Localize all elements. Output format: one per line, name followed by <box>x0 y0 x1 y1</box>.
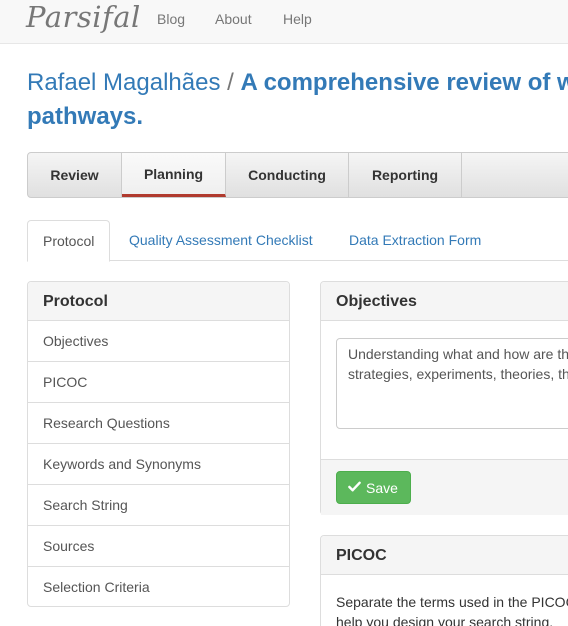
sidebar-item-picoc[interactable]: PICOC <box>28 362 289 403</box>
objectives-footer: Save <box>321 459 568 515</box>
brand-logo[interactable]: Parsifal <box>26 0 141 34</box>
review-title-link[interactable]: A comprehensive review of we <box>240 69 568 96</box>
nav-link-blog[interactable]: Blog <box>157 11 185 27</box>
nav-link-about[interactable]: About <box>215 11 252 27</box>
sidebar-item-sources[interactable]: Sources <box>28 526 289 567</box>
subtab-protocol[interactable]: Protocol <box>27 220 111 262</box>
main-tabs: Review Planning Conducting Reporting <box>27 152 568 198</box>
author-link[interactable]: Rafael Magalhães <box>27 69 220 96</box>
tab-planning[interactable]: Planning <box>122 153 226 197</box>
sidebar-item-search-string[interactable]: Search String <box>28 485 289 526</box>
subtab-quality-assessment-checklist[interactable]: Quality Assessment Checklist <box>114 220 328 261</box>
picoc-text-line-1: Separate the terms used in the PICOC <box>336 594 568 610</box>
top-navbar: Parsifal Blog About Help <box>0 0 568 44</box>
objectives-panel: Objectives Understanding what and how ar… <box>320 281 568 515</box>
tab-reporting[interactable]: Reporting <box>349 153 462 197</box>
check-icon <box>348 480 361 496</box>
objectives-text-line-1: Understanding what and how are th <box>348 346 568 362</box>
title-separator: / <box>227 69 234 96</box>
tab-conducting[interactable]: Conducting <box>226 153 349 197</box>
tab-review[interactable]: Review <box>28 153 122 197</box>
objectives-textarea[interactable]: Understanding what and how are th strate… <box>336 338 568 429</box>
objectives-heading: Objectives <box>321 282 568 321</box>
sidebar-item-objectives[interactable]: Objectives <box>28 321 289 362</box>
page-title: Rafael Magalhães / A comprehensive revie… <box>27 66 568 100</box>
review-title-continued[interactable]: pathways. <box>27 100 143 134</box>
save-button-label: Save <box>366 479 398 496</box>
picoc-text-line-2: help you design your search string. <box>336 614 554 626</box>
nav-link-help[interactable]: Help <box>283 11 312 27</box>
planning-subtabs: Protocol Quality Assessment Checklist Da… <box>27 220 568 262</box>
sidebar-item-research-questions[interactable]: Research Questions <box>28 403 289 444</box>
picoc-heading: PICOC <box>321 536 568 575</box>
sidebar-heading: Protocol <box>28 282 289 321</box>
sidebar-item-selection-criteria[interactable]: Selection Criteria <box>28 567 289 608</box>
picoc-description: Separate the terms used in the PICOC hel… <box>336 592 568 626</box>
objectives-text-line-2: strategies, experiments, theories, th <box>348 366 568 382</box>
save-button[interactable]: Save <box>336 471 411 504</box>
sidebar-item-keywords-and-synonyms[interactable]: Keywords and Synonyms <box>28 444 289 485</box>
protocol-sidebar: Protocol Objectives PICOC Research Quest… <box>27 281 290 607</box>
picoc-panel: PICOC Separate the terms used in the PIC… <box>320 535 568 626</box>
subtab-data-extraction-form[interactable]: Data Extraction Form <box>334 220 496 261</box>
